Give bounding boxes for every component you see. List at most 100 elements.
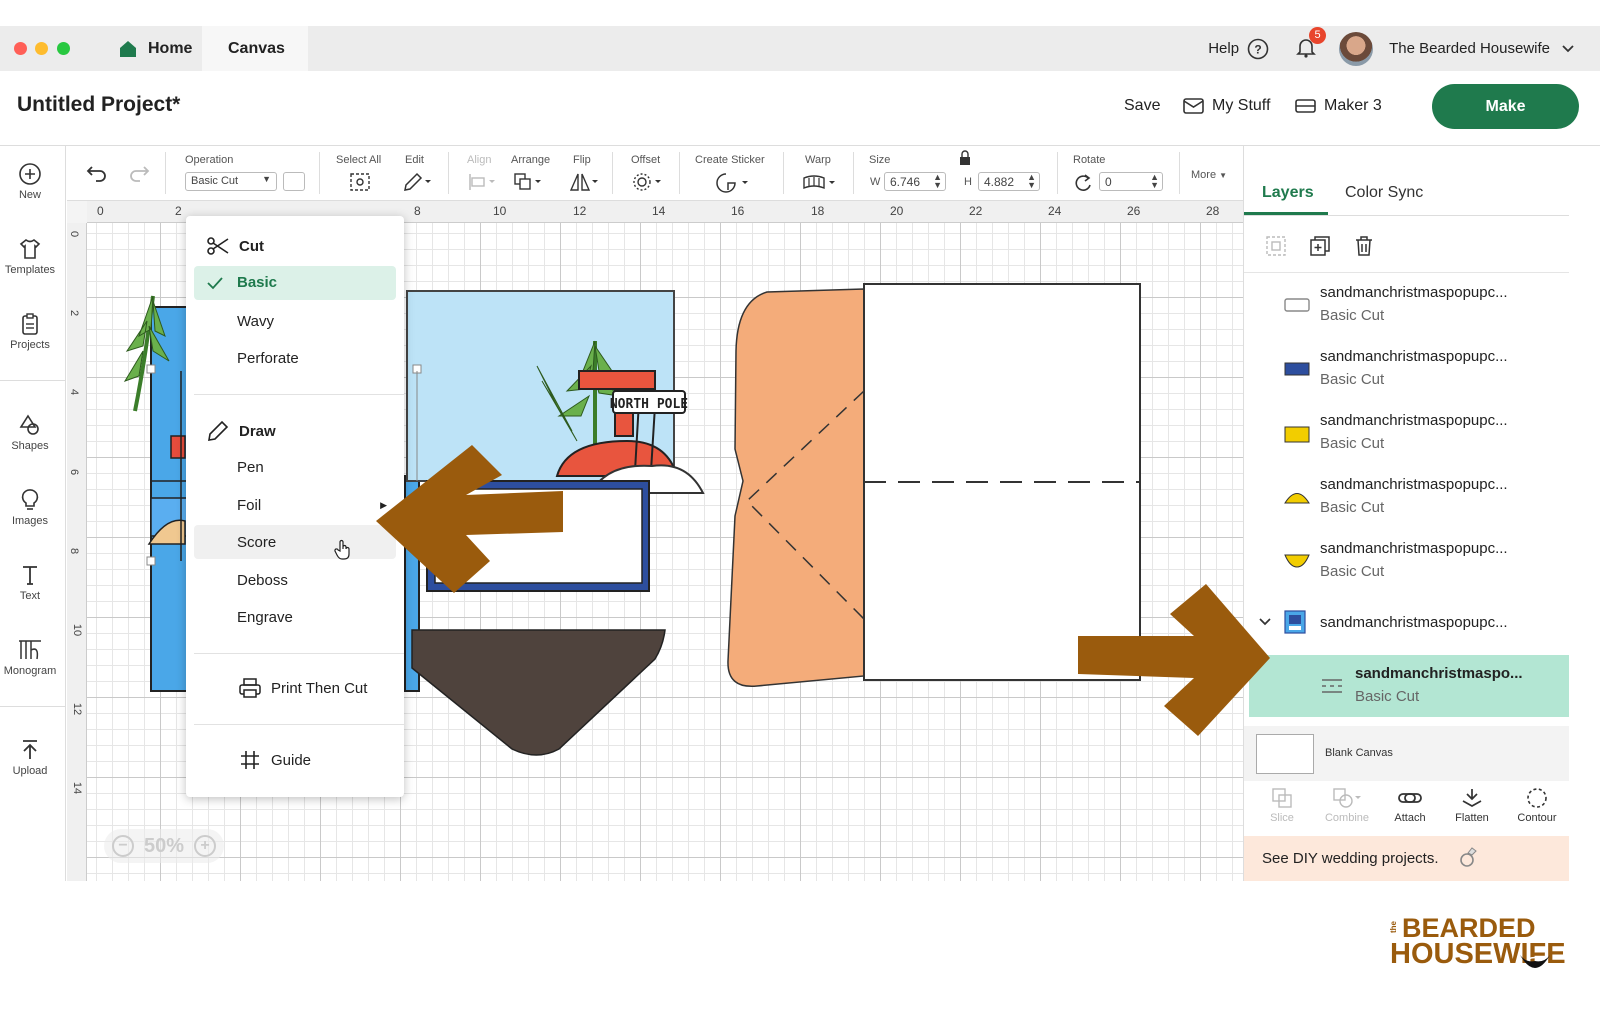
stepper-icon[interactable]: ▲ ▼ [1027,173,1036,190]
tab-layers[interactable]: Layers [1262,184,1314,202]
select-all-icon[interactable] [349,172,371,192]
slice-button[interactable]: Slice [1252,787,1312,824]
width-input[interactable]: 6.746 ▲ ▼ [884,172,946,191]
align-icon[interactable] [467,172,497,192]
sidebar-item-images[interactable]: Images [0,488,60,527]
sidebar-item-shapes[interactable]: Shapes [0,413,60,452]
height-input[interactable]: 4.882 ▲ ▼ [978,172,1040,191]
sidebar-item-label: Templates [4,264,56,276]
menu-item-guide[interactable]: Guide [238,749,311,771]
notifications-button[interactable]: 5 [1295,26,1327,62]
selection-handle[interactable] [146,364,156,374]
score-line-icon [1322,679,1342,693]
orange-flap[interactable] [727,288,865,688]
blank-canvas-row[interactable]: Blank Canvas [1244,726,1569,781]
layer-row[interactable]: sandmanchristmaspopupc... Basic Cut [1244,338,1569,402]
layer-operation: Basic Cut [1320,435,1385,452]
help-icon[interactable]: ? [1247,38,1269,60]
sidebar-item-templates[interactable]: Templates [0,237,60,276]
save-button[interactable]: Save [1124,97,1160,115]
tab-canvas[interactable]: Canvas [202,26,308,71]
menu-item-basic[interactable]: Basic [194,266,396,300]
redo-icon[interactable] [128,164,150,182]
tab-color-sync[interactable]: Color Sync [1345,184,1423,202]
menu-item-pen[interactable]: Pen [237,459,264,476]
avatar[interactable] [1339,31,1374,66]
attach-button[interactable]: Attach [1380,787,1440,824]
stepper-icon[interactable]: ▲ ▼ [1150,173,1159,190]
layer-row[interactable]: sandmanchristmaspopupc... Basic Cut [1244,530,1569,594]
sidebar-divider [0,706,66,707]
menu-item-engrave[interactable]: Engrave [237,609,293,626]
rotate-icon[interactable] [1073,173,1093,193]
contour-button[interactable]: Contour [1507,787,1567,824]
layer-row[interactable]: sandmanchristmaspopupc... Basic Cut [1244,466,1569,530]
menu-header-draw: Draw [206,420,276,442]
layer-group-row[interactable]: sandmanchristmaspopupc... [1244,592,1569,652]
menu-item-perforate[interactable]: Perforate [237,350,299,367]
tab-home[interactable]: Home [92,26,218,71]
operation-value: Basic Cut [191,175,239,187]
machine-select-button[interactable]: Maker 3 [1295,97,1382,115]
sidebar-item-upload[interactable]: Upload [0,738,60,777]
my-stuff-button[interactable]: My Stuff [1183,97,1270,115]
menu-item-deboss[interactable]: Deboss [237,572,288,589]
project-title[interactable]: Untitled Project* [17,93,180,117]
minimize-window-button[interactable] [35,42,48,55]
warp-icon[interactable] [802,172,838,192]
zoom-out-button[interactable]: − [111,835,134,857]
edit-pencil-icon[interactable] [402,172,434,192]
menu-divider [194,394,404,395]
sidebar-item-new[interactable]: New [0,162,60,201]
group-icon[interactable] [1265,235,1287,257]
blank-canvas-swatch[interactable] [1256,734,1314,774]
user-name[interactable]: The Bearded Housewife [1389,40,1550,57]
brown-shape[interactable] [411,629,666,756]
selection-handle[interactable] [146,556,156,566]
zoom-in-button[interactable]: + [194,835,217,857]
flip-icon[interactable] [569,172,601,192]
home-icon [120,40,136,57]
flatten-button[interactable]: Flatten [1442,787,1502,824]
menu-item-print-then-cut[interactable]: Print Then Cut [238,677,367,699]
layer-row-selected[interactable]: sandmanchristmaspo... Basic Cut [1249,655,1569,717]
trash-icon[interactable] [1353,235,1375,257]
machine-label: Maker 3 [1324,97,1382,114]
undo-icon[interactable] [86,164,108,182]
help-link[interactable]: Help [1208,40,1239,57]
mailbox[interactable] [578,370,656,390]
chevron-down-icon[interactable] [1560,41,1576,57]
operation-color-swatch[interactable] [283,172,305,191]
duplicate-icon[interactable] [1309,235,1331,257]
combine-label: Combine [1324,812,1370,824]
rotate-input[interactable]: 0 ▲ ▼ [1099,172,1163,191]
layer-row[interactable]: sandmanchristmaspopupc... Basic Cut [1244,402,1569,466]
layer-row[interactable]: sandmanchristmaspopupc... Basic Cut [1244,274,1569,338]
menu-item-score[interactable]: Score [194,525,396,560]
north-pole-sign-text: NORTH POLE [610,397,688,412]
sticker-icon[interactable] [714,172,750,194]
stepper-icon[interactable]: ▲ ▼ [933,173,942,190]
make-button[interactable]: Make [1432,84,1579,129]
offset-icon[interactable] [632,172,664,192]
layer-operation: Basic Cut [1320,563,1385,580]
menu-item-foil[interactable]: Foil ▶ [237,497,387,514]
close-window-button[interactable] [14,42,27,55]
svg-text:?: ? [1254,42,1261,56]
combine-button[interactable]: Combine [1317,787,1377,824]
menu-item-wavy[interactable]: Wavy [237,313,274,330]
lock-icon[interactable] [958,150,972,166]
sidebar-item-label: Monogram [3,665,57,677]
toolbar-divider [165,152,166,194]
operation-select[interactable]: Basic Cut ▼ [185,172,277,191]
notification-badge: 5 [1309,26,1327,44]
arrange-icon[interactable] [513,172,545,192]
sidebar-item-monogram[interactable]: Monogram [0,638,60,677]
promo-banner[interactable]: See DIY wedding projects. [1244,836,1569,881]
sidebar-item-text[interactable]: Text [0,563,60,602]
panel-divider [1244,215,1569,216]
sidebar-item-projects[interactable]: Projects [0,312,60,351]
pen-icon [208,420,229,441]
maximize-window-button[interactable] [57,42,70,55]
more-button[interactable]: More ▼ [1191,169,1227,181]
